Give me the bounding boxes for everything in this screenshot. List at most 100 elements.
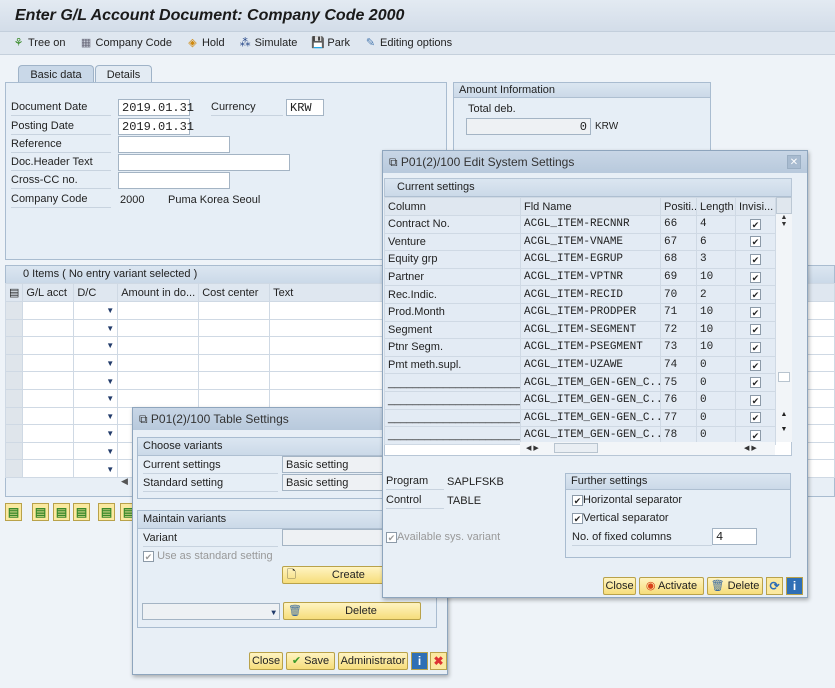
row-selector[interactable] — [4, 406, 24, 426]
info-icon[interactable]: i — [411, 652, 428, 670]
toolbar-button-simulate[interactable]: ⁂ Simulate — [239, 37, 298, 49]
table-cell[interactable] — [198, 301, 271, 320]
checkbox[interactable]: ✔ — [750, 271, 761, 283]
column-header[interactable]: G/L acct — [22, 283, 75, 302]
toolbar-button-company-code[interactable]: ▦ Company Code — [80, 37, 172, 49]
invisible-checkbox[interactable]: ✔ — [735, 338, 776, 357]
posting-date-input[interactable]: 2019.01.31 — [118, 118, 194, 135]
table-cell[interactable] — [22, 353, 75, 373]
debit-credit-dropdown[interactable]: ▼ — [73, 318, 119, 338]
fixed-columns-input[interactable]: 4 — [712, 528, 757, 545]
checkbox[interactable]: ✔ — [750, 289, 761, 301]
close-button[interactable]: Close — [249, 652, 283, 670]
scroll-down-arrow-2[interactable]: ▼ — [776, 426, 792, 433]
invisible-checkbox[interactable]: ✔ — [735, 320, 776, 340]
toolbar-button-park[interactable]: 💾 Park — [311, 37, 350, 49]
invisible-checkbox[interactable]: ✔ — [735, 267, 776, 287]
checkbox[interactable]: ✔ — [750, 218, 761, 230]
toolbar-button-hold[interactable]: ◈ Hold — [186, 37, 224, 49]
table-cell[interactable] — [22, 301, 75, 320]
row-selector[interactable] — [4, 459, 24, 478]
debit-credit-dropdown[interactable]: ▼ — [73, 353, 119, 373]
use-as-standard-checkbox[interactable]: ✔ Use as standard setting — [143, 550, 273, 562]
table-cell[interactable] — [22, 318, 75, 338]
debit-credit-dropdown[interactable]: ▼ — [73, 424, 119, 443]
copy-next-icon[interactable]: ▤ — [53, 503, 70, 521]
invisible-checkbox[interactable]: ✔ — [735, 232, 776, 252]
row-selector[interactable] — [4, 353, 24, 373]
table-cell[interactable] — [198, 388, 271, 408]
close-icon[interactable]: ✕ — [787, 155, 801, 169]
scroll-thumb[interactable] — [778, 372, 790, 382]
table-cell[interactable] — [22, 371, 75, 390]
checkbox[interactable]: ✔ — [750, 324, 761, 336]
vertical-scrollbar[interactable]: ▲ ▼ ▲ ▼ — [775, 197, 792, 442]
activate-button[interactable]: ◉ Activate — [639, 577, 704, 595]
column-header[interactable]: Amount in do... — [117, 283, 200, 302]
table-cell[interactable] — [117, 371, 200, 390]
table-cell[interactable] — [198, 318, 271, 338]
scroll-down-arrow[interactable]: ▼ — [776, 221, 792, 228]
refresh-icon[interactable]: ⟳ — [766, 577, 783, 595]
row-selector[interactable] — [4, 424, 24, 443]
close-button[interactable]: Close — [603, 577, 636, 595]
invisible-checkbox[interactable]: ✔ — [735, 302, 776, 322]
column-header[interactable]: Invisi... — [735, 197, 776, 216]
table-cell[interactable] — [117, 336, 200, 355]
row-selector[interactable] — [4, 441, 24, 461]
row-selector[interactable] — [4, 336, 24, 355]
toolbar-button-editing-options[interactable]: ✎ Editing options — [364, 37, 452, 49]
detail-icon[interactable]: ▤ — [5, 503, 22, 521]
invisible-checkbox[interactable]: ✔ — [735, 408, 776, 428]
administrator-button[interactable]: Administrator — [338, 652, 408, 670]
column-header[interactable]: Cost center — [198, 283, 271, 302]
row-selector[interactable] — [4, 318, 24, 338]
table-cell[interactable] — [22, 459, 75, 478]
column-header[interactable]: Positi... — [660, 197, 697, 216]
scroll-up-arrow-2[interactable]: ▲ — [776, 411, 792, 418]
table-cell[interactable] — [198, 336, 271, 355]
scroll-left-arrow[interactable]: ◀ — [121, 476, 128, 487]
table-cell[interactable] — [22, 388, 75, 408]
debit-credit-dropdown[interactable]: ▼ — [73, 371, 119, 390]
scroll-right-arrow[interactable]: ◀ ▶ — [744, 444, 757, 452]
row-selector[interactable] — [4, 371, 24, 390]
insert-row-icon[interactable]: ▤ — [98, 503, 115, 521]
checkbox[interactable]: ✔ — [750, 394, 761, 406]
checkbox[interactable]: ✔ — [750, 254, 761, 266]
table-cell[interactable] — [117, 301, 200, 320]
table-cell[interactable] — [22, 441, 75, 461]
horizontal-separator-checkbox[interactable]: ✔ Horizontal separator — [572, 494, 682, 506]
document-date-input[interactable]: 2019.01.31 — [118, 99, 194, 116]
checkbox[interactable]: ✔ — [750, 236, 761, 248]
debit-credit-dropdown[interactable]: ▼ — [73, 336, 119, 355]
table-cell[interactable] — [22, 336, 75, 355]
reference-input[interactable] — [118, 136, 230, 153]
debit-credit-dropdown[interactable]: ▼ — [73, 388, 119, 408]
cancel-icon[interactable]: ✖ — [430, 652, 447, 670]
save-button[interactable]: ✔ Save — [286, 652, 335, 670]
table-cell[interactable] — [22, 424, 75, 443]
available-sys-variant-checkbox[interactable]: ✔ Available sys. variant — [386, 531, 500, 543]
checkbox[interactable]: ✔ — [750, 359, 761, 371]
invisible-checkbox[interactable]: ✔ — [735, 373, 776, 392]
debit-credit-dropdown[interactable]: ▼ — [73, 301, 119, 320]
invisible-checkbox[interactable]: ✔ — [735, 250, 776, 269]
debit-credit-dropdown[interactable]: ▼ — [73, 459, 119, 478]
info-icon[interactable]: i — [786, 577, 803, 595]
delete-variant-button[interactable]: 🗑 Delete — [283, 602, 421, 620]
copy-icon[interactable]: ▤ — [32, 503, 49, 521]
copy-prev-icon[interactable]: ▤ — [73, 503, 90, 521]
doc-header-text-input[interactable] — [118, 154, 290, 171]
invisible-checkbox[interactable]: ✔ — [735, 215, 776, 234]
horizontal-scrollbar[interactable]: ◀ ▶ ◀ ▶ — [520, 442, 775, 455]
checkbox[interactable]: ✔ — [750, 430, 761, 442]
invisible-checkbox[interactable]: ✔ — [735, 355, 776, 375]
vertical-separator-checkbox[interactable]: ✔ Vertical separator — [572, 512, 669, 524]
row-selector[interactable] — [4, 301, 24, 320]
table-cell[interactable] — [198, 371, 271, 390]
table-cell[interactable] — [22, 406, 75, 426]
column-header[interactable]: D/C — [73, 283, 119, 302]
scroll-left-arrow[interactable]: ◀ ▶ — [526, 444, 539, 452]
cross-cc-input[interactable] — [118, 172, 230, 189]
